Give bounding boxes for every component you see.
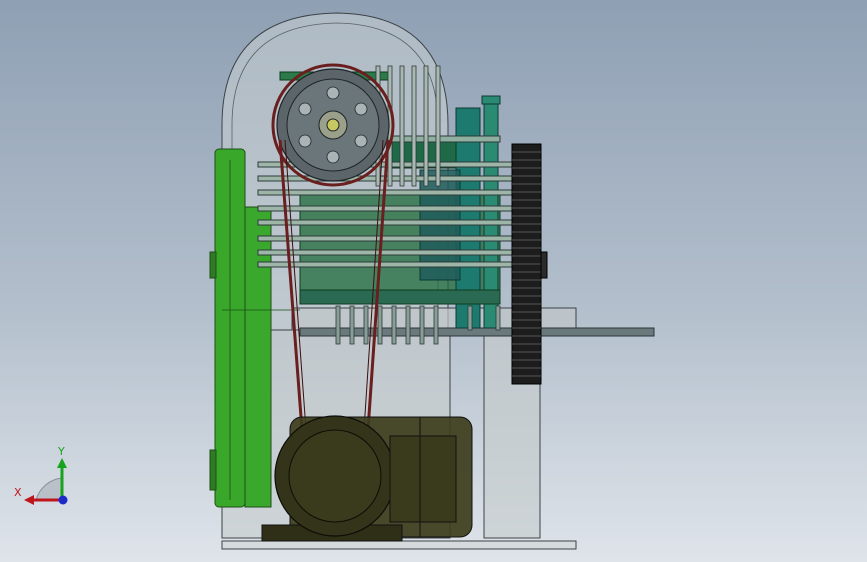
electric-motor (261, 415, 473, 542)
x-axis-label: X (14, 486, 22, 499)
graphics-viewport[interactable]: Y X (0, 0, 867, 562)
model-view[interactable]: Y X (0, 0, 867, 562)
y-axis-label: Y (57, 445, 65, 458)
drive-pulley (271, 63, 395, 187)
z-axis-dot (58, 495, 68, 505)
spur-gear (511, 143, 548, 385)
coordinate-triad: Y X (14, 445, 68, 505)
